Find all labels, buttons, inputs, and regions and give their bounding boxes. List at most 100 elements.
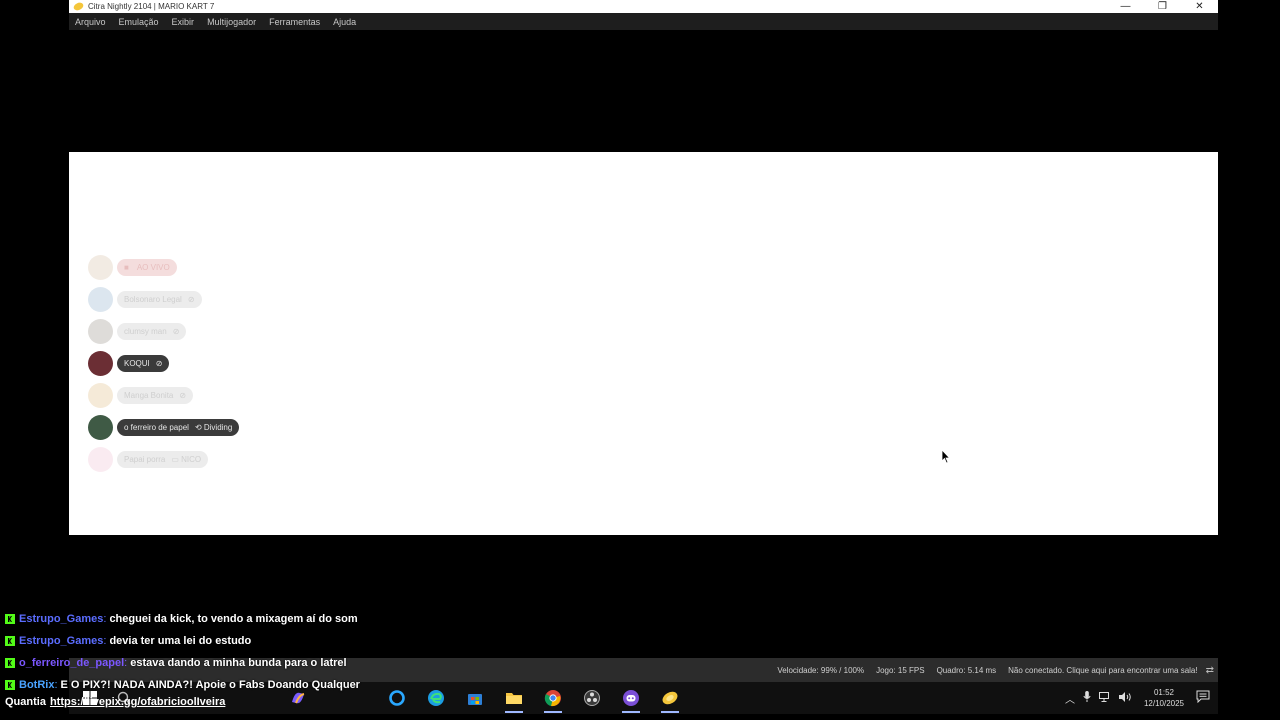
- minimize-button[interactable]: —: [1107, 0, 1144, 13]
- volume-icon[interactable]: [1118, 691, 1132, 705]
- voice-user-pill: clumsy man ⊘: [117, 322, 187, 340]
- voice-status-icon: ⊘: [179, 390, 187, 400]
- notification-icon[interactable]: [1196, 690, 1210, 706]
- connection-status[interactable]: Não conectado. Clique aqui para encontra…: [1008, 666, 1197, 675]
- kick-icon: [5, 658, 15, 668]
- restore-button[interactable]: ❐: [1144, 0, 1181, 13]
- menubar: Arquivo Emulação Exibir Multijogador Fer…: [69, 13, 1218, 30]
- discord-icon[interactable]: [620, 687, 642, 713]
- cortana-icon[interactable]: [386, 687, 408, 709]
- chat-message: o_ferreiro_de_papel: estava dando a minha…: [5, 655, 347, 671]
- voice-user-row: o ferreiro de papel ⟲ Dividing: [88, 414, 240, 440]
- chat-username[interactable]: Estrupo_Games: [19, 635, 103, 647]
- menu-arquivo[interactable]: Arquivo: [75, 17, 106, 27]
- voice-user-pill: o ferreiro de papel ⟲ Dividing: [117, 418, 240, 436]
- voice-status-icon: ⊘: [155, 358, 163, 368]
- voice-status-icon: ⟲ Dividing: [194, 422, 233, 432]
- voice-user-name: KOQUI: [124, 358, 150, 368]
- chat-separator: :: [103, 613, 107, 625]
- chat-separator: :: [103, 635, 107, 647]
- menu-ajuda[interactable]: Ajuda: [333, 17, 356, 27]
- chat-separator: :: [54, 679, 58, 691]
- menu-exibir[interactable]: Exibir: [172, 17, 195, 27]
- voice-status-icon: ⊘: [172, 326, 180, 336]
- chat-text: estava dando a minha bunda para o latrel: [130, 657, 347, 669]
- chrome-icon[interactable]: [542, 687, 564, 713]
- clock[interactable]: 01:52 12/10/2025: [1144, 687, 1184, 709]
- chat-separator: :: [124, 657, 128, 669]
- active-indicator: [544, 711, 562, 713]
- voice-user-name: Papai porra: [124, 454, 166, 464]
- window-title: Citra Nightly 2104 | MARIO KART 7: [88, 2, 215, 11]
- menu-emulacao[interactable]: Emulação: [119, 17, 159, 27]
- active-indicator: [622, 711, 640, 713]
- chat-username[interactable]: o_ferreiro_de_papel: [19, 657, 124, 669]
- network-icon[interactable]: ⇄: [1206, 665, 1214, 676]
- chevron-up-icon[interactable]: ︿: [1065, 691, 1075, 706]
- avatar: [88, 318, 113, 344]
- voice-user-row: Bolsonaro Legal ⊘: [88, 286, 202, 312]
- kick-icon: [5, 614, 15, 624]
- chat-message: Estrupo_Games: devia ter uma lei do estud…: [5, 633, 251, 649]
- avatar: [88, 382, 113, 408]
- clock-time: 01:52: [1153, 688, 1174, 697]
- menu-ferramentas[interactable]: Ferramentas: [269, 17, 320, 27]
- voice-status-icon: ▭ NICO: [171, 454, 202, 464]
- active-indicator: [505, 711, 523, 713]
- network-icon[interactable]: [1098, 691, 1111, 705]
- frame-time-indicator: Quadro: 5.14 ms: [936, 665, 997, 675]
- avatar: [88, 254, 113, 280]
- voice-user-name: Bolsonaro Legal: [124, 294, 182, 304]
- file-explorer-icon[interactable]: [503, 687, 525, 713]
- obs-icon[interactable]: [581, 687, 603, 709]
- edge-icon[interactable]: [425, 687, 447, 709]
- active-indicator: [661, 711, 679, 713]
- chat-text: Quantia: [5, 696, 46, 708]
- close-button[interactable]: ✕: [1181, 0, 1218, 13]
- voice-user-pill: ■ AO VIVO: [117, 258, 177, 276]
- mouse-cursor-icon: [941, 449, 951, 464]
- window-controls: — ❐ ✕: [1107, 0, 1218, 13]
- citra-app-icon: [72, 2, 84, 12]
- avatar: [88, 414, 113, 440]
- voice-user-pill: KOQUI ⊘: [117, 354, 170, 372]
- chat-text: E O PIX?! NADA AINDA?! Apoie o Fabs Doan…: [60, 679, 360, 691]
- chat-text: cheguei da kick, to vendo a mixagem aí d…: [109, 613, 358, 625]
- voice-user-row: KOQUI ⊘: [88, 350, 170, 376]
- window-titlebar[interactable]: Citra Nightly 2104 | MARIO KART 7 — ❐ ✕: [69, 0, 1218, 13]
- chat-message: BotRix: E O PIX?! NADA AINDA?! Apoie o Fa…: [5, 677, 360, 693]
- chat-message-continuation: Quantia https://livepix.gg/ofabricioolIve…: [5, 694, 225, 710]
- voice-user-pill: Bolsonaro Legal ⊘: [117, 290, 202, 308]
- avatar: [88, 286, 113, 312]
- desktop: Citra Nightly 2104 | MARIO KART 7 — ❐ ✕ …: [0, 0, 1280, 720]
- voice-user-name: o ferreiro de papel: [124, 422, 189, 432]
- voice-user-name: AO VIVO: [136, 262, 170, 272]
- voice-user-row: ■ AO VIVO: [88, 254, 177, 280]
- voice-user-pill: Manga Bonita ⊘: [117, 386, 194, 404]
- menu-multijogador[interactable]: Multijogador: [207, 17, 256, 27]
- voice-user-row: clumsy man ⊘: [88, 318, 187, 344]
- voice-status-icon: ⊘: [187, 294, 195, 304]
- voice-user-row: Papai porra ▭ NICO: [88, 446, 209, 472]
- chat-username[interactable]: BotRix: [19, 679, 54, 691]
- avatar: [88, 350, 113, 376]
- donation-link[interactable]: https://livepix.gg/ofabricioolIveira: [50, 696, 225, 708]
- live-indicator-icon: ■: [124, 262, 129, 272]
- avatar: [88, 446, 113, 472]
- kick-icon: [5, 680, 15, 690]
- voice-user-pill: Papai porra ▭ NICO: [117, 450, 209, 468]
- chat-username[interactable]: Estrupo_Games: [19, 613, 103, 625]
- citra-icon[interactable]: [659, 687, 681, 713]
- speed-indicator: Velocidade: 99% / 100%: [777, 665, 865, 675]
- kick-icon: [5, 636, 15, 646]
- system-tray: ︿ 01:52 12/10/2025: [1065, 682, 1218, 714]
- voice-user-name: Manga Bonita: [124, 390, 174, 400]
- chat-message: Estrupo_Games: cheguei da kick, to vendo …: [5, 611, 358, 627]
- store-icon[interactable]: [464, 687, 486, 709]
- emulator-screen[interactable]: [69, 152, 1218, 535]
- game-fps-indicator: Jogo: 15 FPS: [876, 665, 925, 675]
- microphone-icon[interactable]: [1083, 691, 1091, 705]
- voice-user-name: clumsy man: [124, 326, 167, 336]
- clock-date: 12/10/2025: [1143, 699, 1184, 708]
- chat-text: devia ter uma lei do estudo: [109, 635, 252, 647]
